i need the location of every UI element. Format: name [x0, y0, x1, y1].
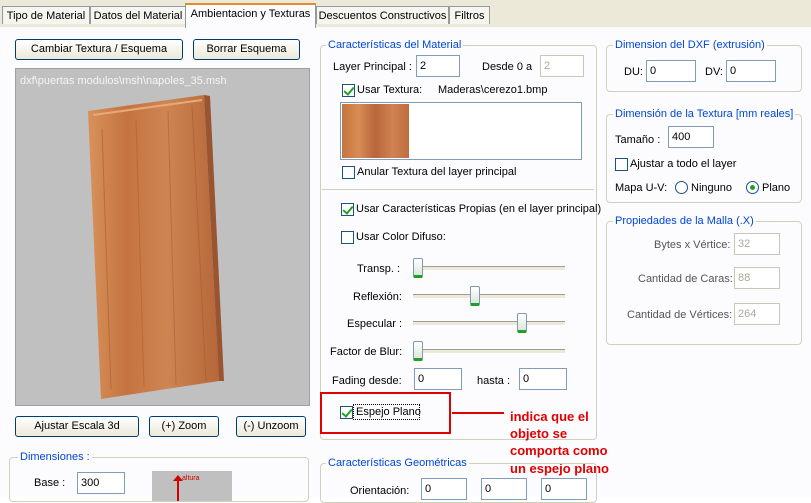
layer-input[interactable]: 2 — [416, 55, 460, 77]
annotation-line-3: comporta como — [510, 443, 608, 458]
dimensions-title: Dimensiones : — [18, 451, 92, 463]
cancel-texture-checkbox[interactable] — [342, 166, 355, 179]
delete-scheme-button[interactable]: Borrar Esquema — [193, 39, 300, 60]
reflexion-track[interactable] — [413, 294, 565, 299]
tab-tipo-material[interactable]: Tipo de Material — [2, 6, 90, 24]
tab-ambientacion-texturas[interactable]: Ambientacion y Texturas — [185, 3, 316, 28]
vertices-label: Cantidad de Vértices: — [627, 309, 733, 321]
from-label: Desde 0 a — [482, 61, 533, 73]
own-props-label: Usar Características Propias (en el laye… — [356, 203, 602, 215]
texture-dim-title: Dimensión de la Textura [mm reales] — [613, 108, 796, 120]
blur-track[interactable] — [413, 349, 565, 354]
annotation-line-2: objeto se — [510, 426, 568, 441]
3d-preview[interactable]: dxf\puertas modulos\msh\napoles_35.msh — [15, 68, 310, 406]
height-label: altura — [182, 475, 200, 482]
bytes-input: 32 — [734, 233, 780, 255]
du-label: DU: — [624, 66, 643, 78]
du-input[interactable]: 0 — [646, 60, 696, 82]
dv-label: DV: — [705, 66, 723, 78]
size-input[interactable]: 400 — [668, 126, 714, 148]
fading-label: Fading desde: — [332, 375, 402, 387]
base-label: Base : — [34, 477, 66, 489]
transp-slider-thumb[interactable] — [413, 258, 423, 278]
adjust-layer-label: Ajustar a todo el layer — [630, 158, 737, 170]
faces-input: 88 — [734, 267, 780, 289]
geometry-title: Características Geométricas — [326, 457, 469, 469]
map-uv-label: Mapa U-V: — [615, 182, 668, 194]
texture-preview-box[interactable] — [340, 102, 582, 160]
mirror-label[interactable]: Espejo Plano — [356, 405, 421, 419]
diffuse-color-label: Usar Color Difuso: — [356, 231, 446, 243]
map-plane-label: Plano — [762, 182, 791, 194]
texture-swatch — [342, 104, 409, 158]
tab-bar: Tipo de Material Datos del Material Ambi… — [0, 0, 811, 28]
dv-input[interactable]: 0 — [726, 60, 776, 82]
map-plane-radio[interactable] — [746, 181, 759, 194]
annotation-arrow-icon — [452, 412, 504, 414]
tab-descuentos-constructivos[interactable]: Descuentos Constructivos — [316, 6, 449, 24]
layer-max-input: 2 — [540, 55, 584, 77]
fading-from-input[interactable]: 0 — [414, 368, 462, 390]
tab-filtros[interactable]: Filtros — [449, 6, 490, 24]
material-title: Características del Material — [326, 39, 464, 51]
especular-slider-thumb[interactable] — [516, 313, 527, 333]
transp-label: Transp. : — [357, 263, 400, 275]
divider — [322, 189, 594, 190]
unzoom-button[interactable]: (-) Unzoom — [236, 416, 306, 437]
especular-track[interactable] — [413, 321, 565, 326]
diffuse-color-checkbox[interactable] — [341, 231, 354, 244]
base-input[interactable]: 300 — [77, 472, 125, 494]
zoom-button[interactable]: (+) Zoom — [149, 416, 219, 437]
faces-label: Cantidad de Caras: — [638, 273, 733, 285]
height-arrow-icon — [177, 479, 179, 501]
dxf-title: Dimension del DXF (extrusión) — [613, 39, 767, 51]
annotation-line-1: indica que el — [510, 409, 589, 424]
tab-datos-material[interactable]: Datos del Material — [90, 6, 186, 24]
reflexion-slider-thumb[interactable] — [469, 286, 480, 306]
vertices-input: 264 — [734, 303, 780, 325]
adjust-layer-checkbox[interactable] — [615, 158, 628, 171]
until-label: hasta : — [477, 375, 511, 387]
own-props-checkbox[interactable] — [341, 203, 354, 216]
use-texture-label: Usar Textura: — [357, 84, 423, 96]
orientation-label: Orientación: — [350, 485, 410, 497]
use-texture-checkbox[interactable] — [342, 84, 355, 97]
map-none-label: Ninguno — [691, 182, 732, 194]
cancel-texture-label: Anular Textura del layer principal — [357, 166, 517, 178]
blur-label: Factor de Blur: — [330, 346, 403, 358]
blur-slider-thumb[interactable] — [413, 341, 423, 361]
texture-file: Maderas\cerezo1.bmp — [438, 84, 548, 96]
change-texture-button[interactable]: Cambiar Textura / Esquema — [15, 39, 183, 60]
map-none-radio[interactable] — [675, 181, 688, 194]
transp-track[interactable] — [413, 266, 565, 271]
mesh-title: Propiedades de la Malla (.X) — [613, 215, 756, 227]
adjust-scale-button[interactable]: Ajustar Escala 3d — [15, 416, 139, 437]
door-model-render — [88, 95, 224, 399]
fading-to-input[interactable]: 0 — [519, 368, 567, 390]
especular-label: Especular : — [347, 318, 403, 330]
bytes-label: Bytes x Vértice: — [654, 239, 731, 251]
size-label: Tamaño : — [615, 134, 661, 146]
layer-label: Layer Principal : — [333, 61, 412, 73]
reflexion-label: Reflexión: — [353, 291, 402, 303]
mirror-checkbox[interactable] — [340, 406, 353, 419]
